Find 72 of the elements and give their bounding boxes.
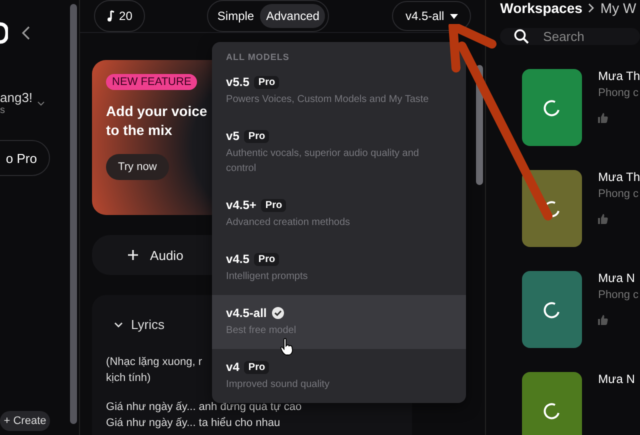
model-description: Powers Voices, Custom Models and My Taste bbox=[226, 93, 429, 107]
menu-heading: ALL MODELS bbox=[225, 52, 290, 62]
model-dropdown-button[interactable]: v4.5-all bbox=[392, 1, 472, 31]
model-option[interactable]: v5 Pro Authentic vocals, superior audio quality and control bbox=[212, 118, 466, 187]
song-cover[interactable] bbox=[522, 271, 582, 348]
loading-spinner-icon bbox=[543, 402, 562, 420]
loading-spinner-icon bbox=[543, 98, 562, 116]
model-option[interactable]: v4.5 Pro Intelligent prompts bbox=[212, 241, 466, 295]
model-name: v4.5-all bbox=[226, 306, 267, 320]
song-style: Phong c bbox=[598, 188, 640, 200]
create-button[interactable]: + Create bbox=[0, 411, 50, 431]
upgrade-button[interactable]: o Pro bbox=[0, 140, 50, 176]
scrollbar-thumb[interactable] bbox=[70, 4, 77, 424]
song-title[interactable]: Mưa N bbox=[598, 271, 639, 285]
credits-count: 20 bbox=[119, 9, 132, 23]
search-input[interactable]: Search bbox=[541, 28, 626, 45]
new-feature-badge: NEW FEATURE bbox=[106, 74, 198, 90]
mode-tab[interactable]: Advanced bbox=[260, 4, 326, 28]
check-icon bbox=[272, 307, 284, 319]
model-name: v4.5 bbox=[226, 252, 250, 266]
lyrics-line: (Nhạc lặng xuong, r bbox=[106, 355, 202, 370]
thumbs-up-icon[interactable] bbox=[598, 113, 608, 123]
model-option[interactable]: v4.5+ Pro Advanced creation methods bbox=[212, 187, 466, 241]
song-style: Phong c bbox=[598, 87, 640, 99]
mode-tab[interactable]: Simple bbox=[211, 4, 260, 28]
breadcrumb-current: My W bbox=[600, 0, 636, 16]
collapse-chevron-icon[interactable] bbox=[22, 26, 30, 40]
try-now-button[interactable]: Try now bbox=[106, 154, 169, 180]
lyrics-line: Giá như ngày ấy... ta hiểu cho nhau bbox=[106, 416, 280, 431]
pro-badge: Pro bbox=[244, 130, 270, 142]
caret-icon bbox=[450, 14, 458, 18]
model-description: Advanced creation methods bbox=[226, 216, 350, 230]
search-icon bbox=[514, 29, 530, 44]
chevron-right-icon bbox=[588, 3, 594, 13]
model-name: v5 bbox=[226, 129, 240, 143]
thumbs-up-icon[interactable] bbox=[598, 214, 608, 224]
song-style: Phong c bbox=[598, 289, 639, 301]
song-cover[interactable] bbox=[522, 69, 582, 146]
model-description: Intelligent prompts bbox=[226, 270, 308, 284]
song-title[interactable]: Mưa N bbox=[598, 372, 635, 386]
account-subtitle: s bbox=[0, 105, 6, 116]
model-name: v4.5+ bbox=[226, 198, 256, 212]
model-name: v4 bbox=[226, 360, 240, 374]
song-title[interactable]: Mưa Th bbox=[598, 170, 640, 184]
pro-badge: Pro bbox=[254, 252, 280, 266]
music-note-icon bbox=[107, 10, 116, 22]
pro-badge: Pro bbox=[244, 360, 270, 374]
dropdown-chevron-icon[interactable] bbox=[36, 100, 45, 106]
lyrics-label: Lyrics bbox=[131, 317, 165, 332]
model-option[interactable]: v4.5-all Best free model bbox=[212, 295, 466, 349]
promo-title: Add your voice to the mix bbox=[106, 102, 208, 140]
song-title[interactable]: Mưa Th bbox=[598, 69, 640, 83]
logo-icon bbox=[0, 22, 8, 44]
account-name: ang3! bbox=[0, 90, 33, 105]
model-description: Best free model bbox=[226, 324, 296, 338]
model-name: v5.5 bbox=[226, 75, 250, 89]
hand-cursor-icon bbox=[280, 338, 294, 356]
plus-icon bbox=[128, 250, 138, 260]
chevron-down-icon[interactable] bbox=[114, 322, 124, 328]
model-description: Improved sound quality bbox=[226, 378, 330, 392]
search-bar[interactable]: Search bbox=[500, 28, 640, 45]
loading-spinner-icon bbox=[543, 300, 562, 318]
song-cover[interactable] bbox=[522, 372, 582, 435]
thumbs-up-icon[interactable] bbox=[598, 315, 608, 325]
breadcrumb-link[interactable]: Workspaces bbox=[500, 0, 582, 16]
lyrics-line: Giá như ngày ấy... anh đứng quá tự cao bbox=[106, 400, 302, 415]
model-option[interactable]: v5.5 Pro Powers Voices, Custom Models and My Taste bbox=[212, 64, 466, 118]
model-description: Authentic vocals, superior audio quality and control bbox=[226, 147, 420, 176]
pro-badge: Pro bbox=[261, 198, 286, 212]
lyrics-line: kịch tính) bbox=[106, 371, 151, 386]
model-option[interactable]: v4 Pro Improved sound quality bbox=[212, 349, 466, 403]
pro-badge: Pro bbox=[254, 76, 280, 88]
